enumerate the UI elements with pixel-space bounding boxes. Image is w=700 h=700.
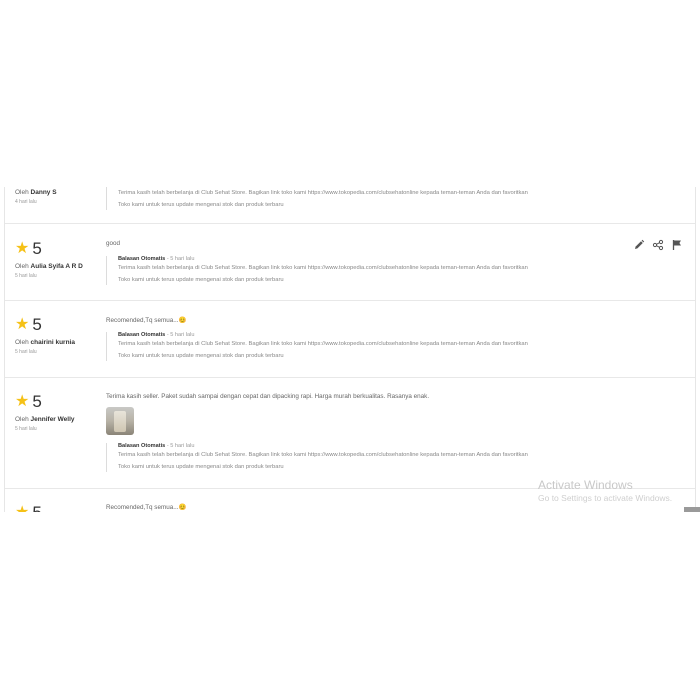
scrollbar-thumb[interactable]: [684, 507, 700, 512]
reply-header: Balasan Otomatis - 5 hari lalu: [118, 256, 195, 262]
reviewer-line: Oleh Danny S: [15, 189, 57, 196]
reply-line-1: Terima kasih telah berbelanja di Club Se…: [118, 265, 528, 271]
reviewer-name[interactable]: Aulia Syifa A R D: [31, 263, 83, 270]
review-time: 5 hari lalu: [15, 426, 37, 432]
review-item: ★ 5 Oleh chairini kurnia 5 hari lalu Rec…: [5, 300, 695, 378]
rating: ★ 5: [15, 504, 103, 513]
star-icon: ★: [15, 393, 30, 410]
flag-icon[interactable]: [671, 238, 683, 250]
review-actions: [633, 238, 683, 251]
review-time: 4 hari lalu: [15, 199, 37, 205]
reply-line-2: Toko kami untuk terus update mengenai st…: [118, 276, 284, 283]
review-time: 5 hari lalu: [15, 273, 37, 279]
reviewer-line: Oleh chairini kurnia: [15, 339, 75, 346]
auto-reply: Terima kasih telah berbelanja di Club Se…: [106, 187, 608, 210]
reviewer-line: Oleh Aulia Syifa A R D: [15, 263, 83, 270]
review-message: Terima kasih seller. Paket sudah sampai …: [106, 393, 430, 400]
review-item: ★ 5 Oleh Jennifer Welly 5 hari lalu Teri…: [5, 377, 695, 489]
review-item: ★ 5 Oleh Aulia Syifa A R D 5 hari lalu g…: [5, 224, 695, 301]
review-time: 5 hari lalu: [15, 349, 37, 355]
activate-windows-subtitle: Go to Settings to activate Windows.: [538, 493, 673, 503]
star-icon: ★: [15, 505, 29, 513]
star-icon: ★: [15, 240, 30, 257]
reply-line-1: Terima kasih telah berbelanja di Club Se…: [118, 341, 528, 347]
review-photo-thumbnail[interactable]: [106, 407, 134, 435]
rating: ★ 5: [15, 316, 103, 334]
share-icon[interactable]: [652, 238, 664, 251]
rating: ★ 5: [15, 393, 103, 411]
reply-line-1: Terima kasih telah berbelanja di Club Se…: [118, 452, 528, 458]
reviewer-line: Oleh Jennifer Welly: [15, 416, 75, 423]
reply-header: Balasan Otomatis - 5 hari lalu: [118, 443, 195, 449]
review-list-viewport: Oleh Danny S 4 hari lalu Terima kasih te…: [0, 187, 700, 512]
smile-emoji-icon: 😊: [178, 504, 187, 511]
review-message: Recomended,Tq semua...😊: [106, 317, 187, 324]
reviewer-name[interactable]: Danny S: [31, 189, 57, 196]
star-icon: ★: [15, 316, 30, 333]
reviewer-name[interactable]: chairini kurnia: [31, 339, 75, 346]
auto-reply: Balasan Otomatis - 5 hari lalu Terima ka…: [106, 256, 608, 285]
auto-reply: Balasan Otomatis - 5 hari lalu Terima ka…: [106, 332, 608, 361]
reply-header: Balasan Otomatis - 5 hari lalu: [118, 332, 195, 338]
reply-line-2: Toko kami untuk terus update mengenai st…: [118, 201, 284, 208]
reply-line-1: Terima kasih telah berbelanja di Club Se…: [118, 190, 528, 196]
smile-emoji-icon: 😊: [178, 317, 187, 324]
review-list: Oleh Danny S 4 hari lalu Terima kasih te…: [4, 187, 696, 512]
auto-reply: Balasan Otomatis - 5 hari lalu Terima ka…: [106, 443, 608, 472]
reply-line-2: Toko kami untuk terus update mengenai st…: [118, 463, 284, 470]
rating-score: 5: [32, 504, 41, 513]
rating-score: 5: [32, 392, 42, 411]
rating-score: 5: [32, 239, 42, 258]
activate-windows-title: Activate Windows: [538, 478, 633, 492]
rating-score: 5: [32, 315, 42, 334]
review-item: Oleh Danny S 4 hari lalu Terima kasih te…: [5, 187, 695, 224]
review-message: Recomended,Tq semua...😊: [106, 504, 187, 511]
review-message: good: [106, 240, 121, 247]
reviewer-name[interactable]: Jennifer Welly: [31, 416, 75, 423]
pencil-icon[interactable]: [633, 238, 645, 250]
reply-line-2: Toko kami untuk terus update mengenai st…: [118, 352, 284, 359]
rating: ★ 5: [15, 240, 103, 258]
